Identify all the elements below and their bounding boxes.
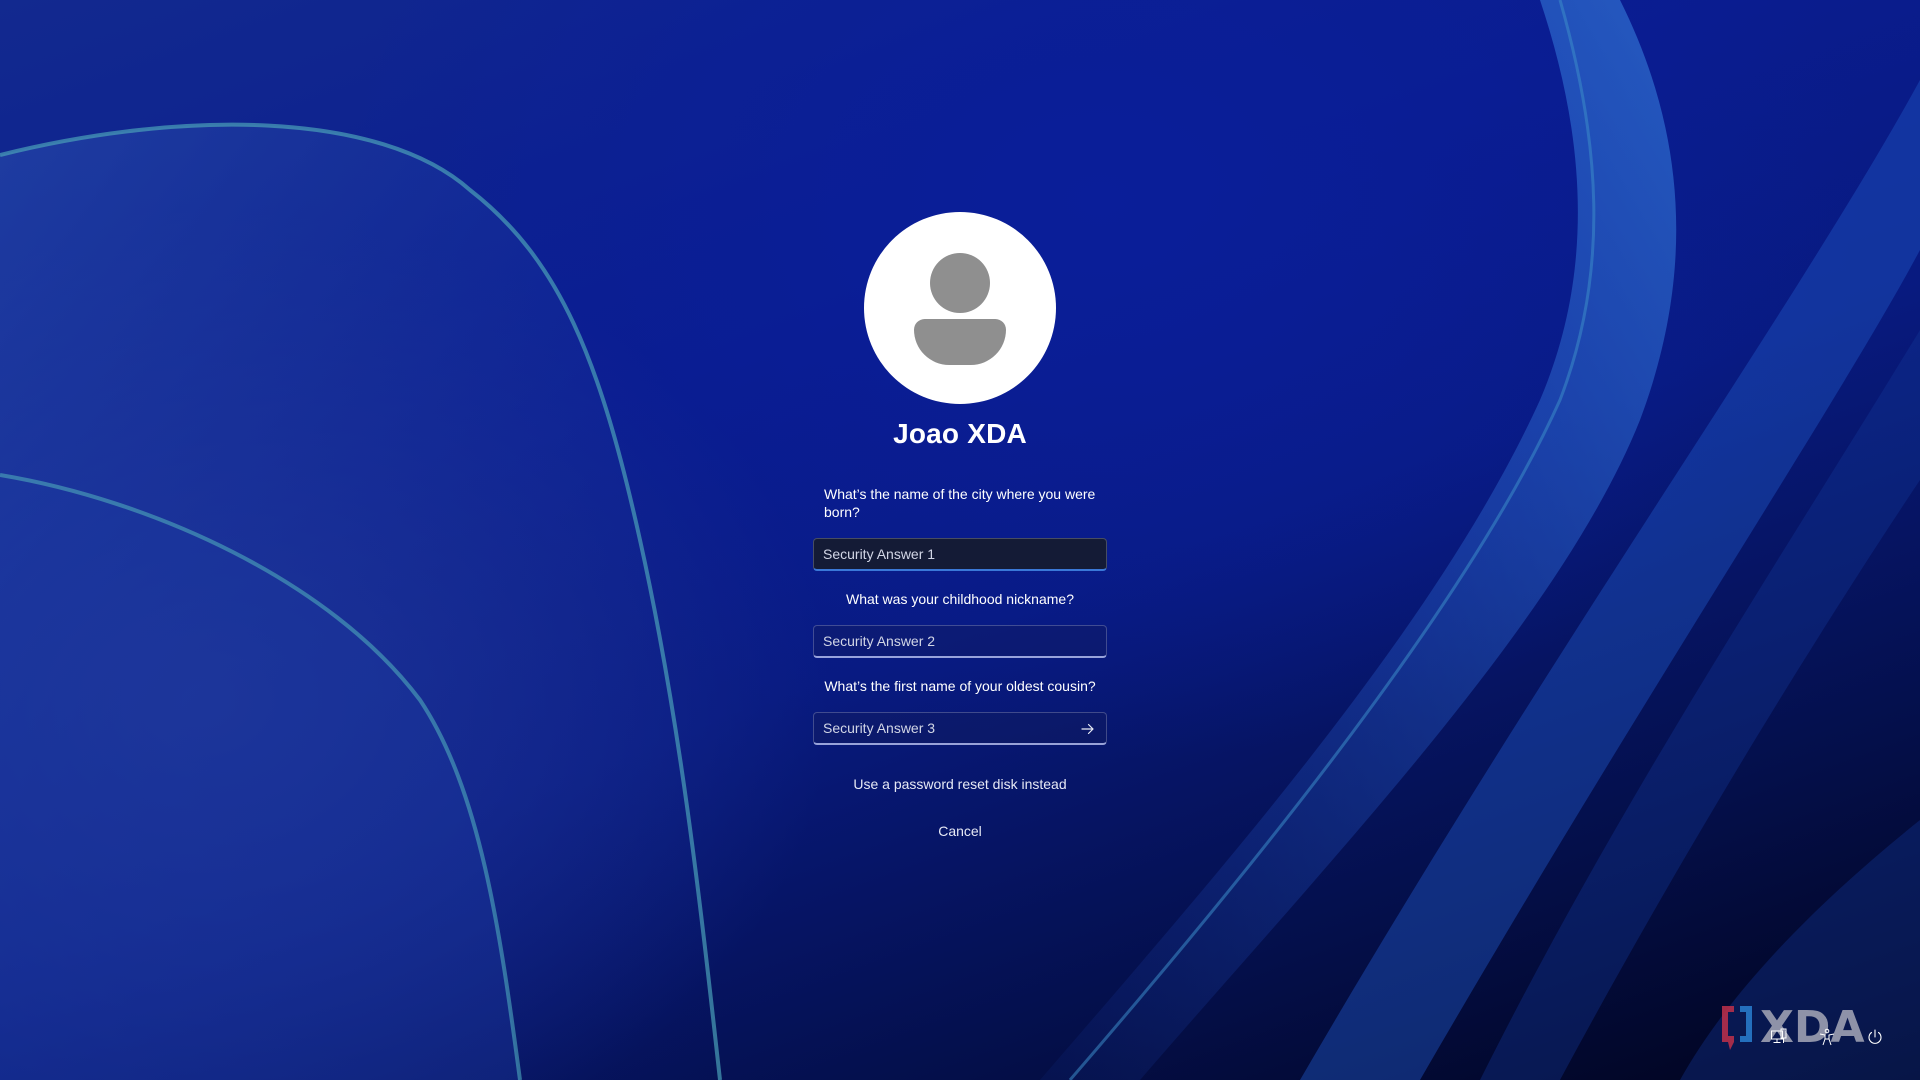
avatar-body-glyph: [914, 319, 1006, 365]
power-button[interactable]: [1864, 1026, 1886, 1048]
password-reset-disk-link[interactable]: Use a password reset disk instead: [0, 776, 1920, 792]
security-question-2: What was your childhood nickname?: [845, 591, 1074, 607]
arrow-right-icon: [1081, 723, 1094, 735]
user-name: Joao XDA: [893, 418, 1027, 449]
cancel-button[interactable]: Cancel: [0, 823, 1920, 839]
accessibility-button[interactable]: [1816, 1026, 1838, 1048]
security-question-1: What’s the name of the city where you we…: [824, 486, 1096, 520]
avatar-head-glyph: [930, 253, 990, 313]
security-answer-3-input[interactable]: [814, 713, 1106, 743]
security-answer-2-field[interactable]: [813, 625, 1107, 658]
security-answer-1-input[interactable]: [814, 539, 1106, 569]
network-button[interactable]: [1768, 1026, 1790, 1048]
network-icon: [1771, 1028, 1787, 1043]
security-answer-2-input[interactable]: [814, 626, 1106, 656]
security-answer-3-field[interactable]: [813, 712, 1107, 745]
security-answer-1-field[interactable]: [813, 538, 1107, 571]
accessibility-icon: [1819, 1028, 1835, 1046]
xda-logo-red-bracket: [1722, 1006, 1734, 1050]
security-questions-panel: Joao XDA What’s the name of the city whe…: [0, 0, 1920, 1080]
submit-button[interactable]: [1076, 717, 1100, 741]
power-icon: [1868, 1029, 1882, 1044]
xda-logo-blue-bracket: [1740, 1006, 1752, 1042]
user-avatar: [864, 212, 1056, 404]
security-question-3: What’s the first name of your oldest cou…: [824, 678, 1096, 694]
